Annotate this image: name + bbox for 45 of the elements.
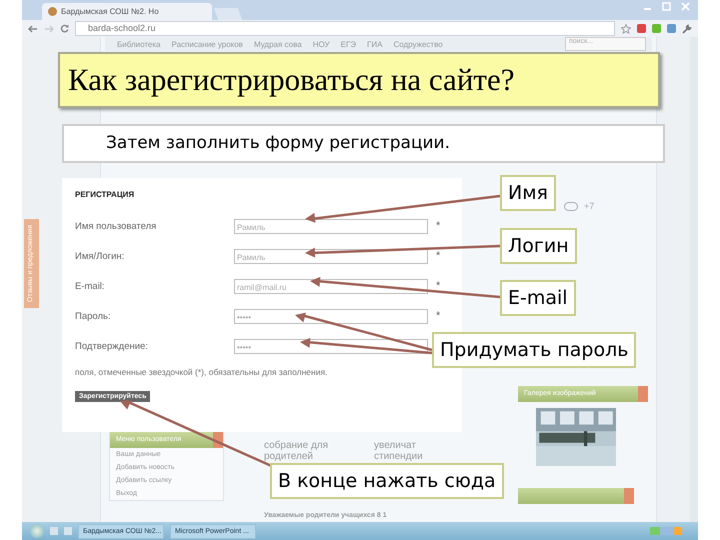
field-label: Имя/Логин: xyxy=(75,250,126,262)
browser-tab[interactable]: Бардымская СОШ №2. Но xyxy=(42,3,212,20)
reload-icon[interactable] xyxy=(60,24,69,33)
nav-link[interactable]: Библиотека xyxy=(117,40,160,48)
new-tab-button[interactable] xyxy=(214,8,242,20)
required-mark: * xyxy=(436,220,440,232)
field-label: Пароль: xyxy=(75,310,112,322)
nav-link[interactable]: НОУ xyxy=(312,40,330,48)
input-field[interactable]: ramil@mail.ru xyxy=(234,278,428,294)
news-title[interactable]: увеличат стипендии xyxy=(374,440,444,462)
required-mark: * xyxy=(436,250,440,262)
input-field[interactable]: ••••• xyxy=(234,338,428,354)
nav-link[interactable]: Расписание уроков xyxy=(172,40,243,48)
slide-title: Как зарегистрироваться на сайте? xyxy=(58,52,660,108)
news-title[interactable]: собрание для родителей xyxy=(264,440,334,462)
nav-link[interactable]: Мудрая сова xyxy=(254,40,302,48)
required-mark: * xyxy=(436,310,440,322)
input-field[interactable]: ••••• xyxy=(234,308,428,324)
input-field[interactable]: Рамиль xyxy=(234,218,428,234)
field-label: E-mail: xyxy=(75,280,106,292)
form-note: поля, отмеченные звездочкой (*), обязательны для заполнения. xyxy=(75,367,328,377)
field-label: Имя пользователя xyxy=(75,220,158,232)
nav-link[interactable]: ЕГЭ xyxy=(340,40,356,48)
close-icon[interactable] xyxy=(681,2,690,11)
counter-text: +7 xyxy=(584,201,594,211)
wrench-icon[interactable] xyxy=(682,24,692,34)
callout-label: E-mail xyxy=(500,280,576,316)
back-icon[interactable] xyxy=(28,24,38,32)
cloud-icon xyxy=(564,202,578,210)
form-heading: РЕГИСТРАЦИЯ xyxy=(75,190,136,199)
scrollbar[interactable] xyxy=(690,37,698,522)
address-field[interactable]: barda-school2.ru xyxy=(75,21,615,36)
nav-link[interactable]: Содружество xyxy=(393,40,443,48)
maximize-icon[interactable] xyxy=(662,2,671,11)
required-mark: * xyxy=(436,280,440,292)
callout-label: Придумать пароль xyxy=(432,332,636,368)
star-icon[interactable] xyxy=(621,24,631,34)
forward-icon[interactable] xyxy=(44,24,54,32)
nav-link[interactable]: ГИА xyxy=(367,40,382,48)
callout-label: Логин xyxy=(500,228,577,264)
callout-label: В конце нажать сюда xyxy=(270,463,504,499)
slide-subtitle: Затем заполнить форму регистрации. xyxy=(62,124,665,163)
start-button[interactable] xyxy=(30,524,44,538)
field-label: Подтверждение: xyxy=(75,340,149,352)
callout-label: Имя xyxy=(500,175,556,211)
